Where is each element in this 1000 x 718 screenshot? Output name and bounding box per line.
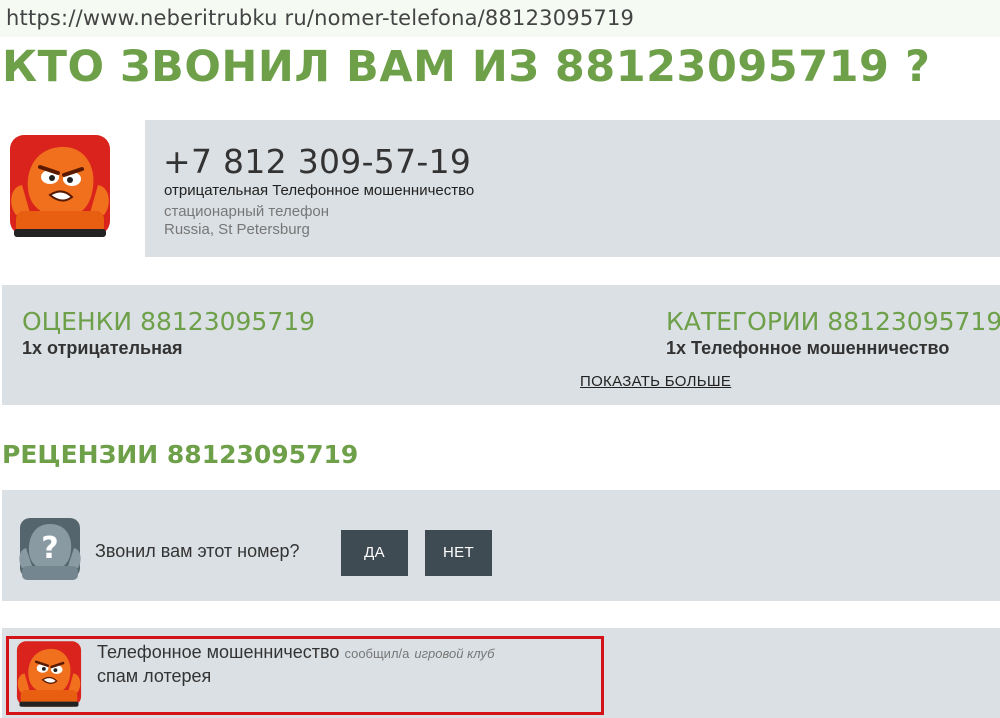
review-highlight-frame bbox=[6, 636, 604, 715]
page-title: КТО ЗВОНИЛ ВАМ ИЗ 88123095719 ? bbox=[2, 42, 931, 92]
categories-value: 1x Телефонное мошенничество bbox=[666, 338, 950, 358]
reviews-title: РЕЦЕНЗИИ 88123095719 bbox=[2, 440, 359, 469]
no-button[interactable]: НЕТ bbox=[425, 530, 492, 576]
question-mark-monster-icon: ? bbox=[19, 518, 81, 580]
location: Russia, St Petersburg bbox=[164, 221, 310, 238]
rating-category: отрицательная Телефонное мошенничество bbox=[164, 182, 475, 199]
show-more-link[interactable]: ПОКАЗАТЬ БОЛЬШЕ bbox=[580, 373, 731, 390]
line-type: стационарный телефон bbox=[164, 203, 330, 220]
ratings-value: 1x отрицательная bbox=[22, 338, 183, 358]
number-info-panel: +7 812 309-57-19 отрицательная Телефонно… bbox=[145, 120, 1000, 257]
call-question-text: Звонил вам этот номер? bbox=[95, 541, 300, 561]
phone-number: +7 812 309-57-19 bbox=[163, 142, 472, 181]
svg-text:?: ? bbox=[41, 531, 58, 566]
angry-orange-monster-icon bbox=[10, 135, 110, 237]
categories-title: КАТЕГОРИИ 88123095719 bbox=[666, 307, 1000, 336]
review-list: Телефонное мошенничество сообщил/а игров… bbox=[2, 628, 1000, 718]
yes-button[interactable]: ДА bbox=[341, 530, 408, 576]
stats-panel: ОЦЕНКИ 88123095719 1x отрицательная КАТЕ… bbox=[2, 285, 1000, 405]
address-bar[interactable]: https://www.neberitrubku ru/nomer-telefo… bbox=[0, 0, 1000, 37]
url-text: https://www.neberitrubku ru/nomer-telefo… bbox=[6, 6, 635, 30]
ratings-title: ОЦЕНКИ 88123095719 bbox=[22, 307, 316, 336]
call-question-panel: ? Звонил вам этот номер? ДА НЕТ bbox=[2, 490, 1000, 601]
